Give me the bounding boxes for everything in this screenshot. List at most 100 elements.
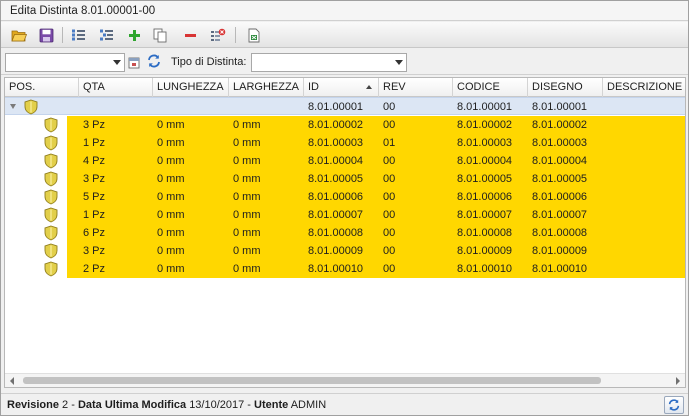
cell-codice: 8.01.00004 xyxy=(457,155,513,167)
shield-icon xyxy=(44,153,58,169)
edit-bom-window: Edita Distinta 8.01.00001-00 Tipo di Dis… xyxy=(0,0,689,416)
cell-lunghezza: 0 mm xyxy=(157,155,185,167)
filter-combo[interactable] xyxy=(5,53,125,72)
table-row[interactable]: 1 Pz 0 mm 0 mm 8.01.00007 00 8.01.00007 8.01.0… xyxy=(5,206,685,224)
cell-larghezza: 0 mm xyxy=(233,245,261,257)
cell-larghezza: 0 mm xyxy=(233,155,261,167)
status-text: Revisione 2 - Data Ultima Modifica 13/10… xyxy=(7,399,326,411)
shield-icon xyxy=(44,135,58,151)
table-row[interactable]: 2 Pz 0 mm 0 mm 8.01.00010 00 8.01.00010 8.01.0… xyxy=(5,260,685,278)
cell-rev: 00 xyxy=(383,227,396,239)
cell-descrizione xyxy=(603,98,685,116)
save-icon[interactable] xyxy=(37,26,55,44)
table-row[interactable]: 1 Pz 0 mm 0 mm 8.01.00003 01 8.01.00003 8.01.0… xyxy=(5,134,685,152)
toolbar xyxy=(1,22,688,48)
cell-codice: 8.01.00005 xyxy=(457,173,513,185)
cell-descrizione xyxy=(603,242,685,260)
cell-larghezza: 0 mm xyxy=(233,119,261,131)
tipo-distinta-label: Tipo di Distinta: xyxy=(171,56,247,68)
revisione-label: Revisione xyxy=(7,399,59,411)
cell-disegno: 8.01.00005 xyxy=(532,173,588,185)
list-indent-icon[interactable] xyxy=(97,26,115,44)
cell-qta: 5 Pz xyxy=(83,191,106,203)
filter-bar: Tipo di Distinta: xyxy=(1,49,688,75)
cell-rev: 00 xyxy=(383,101,396,113)
cell-disegno: 8.01.00001 xyxy=(532,101,588,113)
scroll-left-icon[interactable] xyxy=(10,377,14,385)
tipo-distinta-combo[interactable] xyxy=(251,53,407,72)
column-header-descrizione[interactable]: DESCRIZIONE xyxy=(603,78,685,97)
column-header-id[interactable]: ID xyxy=(304,78,379,97)
cell-qta: 3 Pz xyxy=(83,245,106,257)
cell-lunghezza: 0 mm xyxy=(157,227,185,239)
scrollbar-thumb[interactable] xyxy=(23,377,601,384)
window-title: Edita Distinta 8.01.00001-00 xyxy=(1,1,688,21)
cell-rev: 00 xyxy=(383,173,396,185)
cell-rev: 00 xyxy=(383,119,396,131)
cell-descrizione xyxy=(603,260,685,278)
column-header-id-label: ID xyxy=(308,81,319,93)
status-separator: - xyxy=(244,399,255,411)
table-row[interactable]: 4 Pz 0 mm 0 mm 8.01.00004 00 8.01.00004 8.01.0… xyxy=(5,152,685,170)
add-icon[interactable] xyxy=(125,26,143,44)
cell-id: 8.01.00008 xyxy=(308,227,364,239)
cell-lunghezza: 0 mm xyxy=(157,173,185,185)
column-header-rev[interactable]: REV xyxy=(379,78,453,97)
column-header-qta[interactable]: QTA xyxy=(79,78,153,97)
cell-larghezza: 0 mm xyxy=(233,263,261,275)
delete-list-icon[interactable] xyxy=(209,26,227,44)
column-header-lunghezza[interactable]: LUNGHEZZA xyxy=(153,78,229,97)
cell-qta xyxy=(79,98,153,116)
toolbar-separator xyxy=(62,27,63,43)
cell-codice: 8.01.00009 xyxy=(457,245,513,257)
bom-grid: POS. QTA LUNGHEZZA LARGHEZZA ID REV CODI… xyxy=(4,77,686,388)
grid-header: POS. QTA LUNGHEZZA LARGHEZZA ID REV CODI… xyxy=(5,78,685,97)
cell-disegno: 8.01.00007 xyxy=(532,209,588,221)
cell-descrizione xyxy=(603,224,685,242)
cell-rev: 00 xyxy=(383,209,396,221)
cell-codice: 8.01.00002 xyxy=(457,119,513,131)
cell-qta: 3 Pz xyxy=(83,173,106,185)
remove-icon[interactable] xyxy=(181,26,199,44)
cell-id: 8.01.00009 xyxy=(308,245,364,257)
cell-lunghezza: 0 mm xyxy=(157,191,185,203)
shield-icon xyxy=(44,117,58,133)
cell-id: 8.01.00003 xyxy=(308,137,364,149)
export-excel-icon[interactable] xyxy=(245,26,263,44)
expand-collapse-icon[interactable] xyxy=(10,104,16,109)
toolbar-separator xyxy=(235,27,236,43)
calendar-clear-icon[interactable] xyxy=(127,53,141,71)
list-view-icon[interactable] xyxy=(69,26,87,44)
cell-descrizione xyxy=(603,152,685,170)
cell-disegno: 8.01.00004 xyxy=(532,155,588,167)
cell-larghezza: 0 mm xyxy=(233,137,261,149)
table-row[interactable]: 3 Pz 0 mm 0 mm 8.01.00005 00 8.01.00005 8.01.0… xyxy=(5,170,685,188)
table-row-root[interactable]: 8.01.00001 00 8.01.00001 8.01.00001 xyxy=(5,97,685,115)
cell-larghezza xyxy=(229,98,304,116)
table-row[interactable]: 3 Pz 0 mm 0 mm 8.01.00002 00 8.01.00002 8.01.0… xyxy=(5,116,685,134)
cell-rev: 00 xyxy=(383,245,396,257)
cell-descrizione xyxy=(603,134,685,152)
cell-id: 8.01.00006 xyxy=(308,191,364,203)
column-header-pos[interactable]: POS. xyxy=(5,78,79,97)
column-header-larghezza[interactable]: LARGHEZZA xyxy=(229,78,304,97)
refresh-button[interactable] xyxy=(664,396,684,414)
column-header-disegno[interactable]: DISEGNO xyxy=(528,78,603,97)
refresh-icon[interactable] xyxy=(145,52,163,70)
cell-codice: 8.01.00006 xyxy=(457,191,513,203)
table-row[interactable]: 5 Pz 0 mm 0 mm 8.01.00006 00 8.01.00006 8.01.0… xyxy=(5,188,685,206)
cell-descrizione xyxy=(603,170,685,188)
copy-icon[interactable] xyxy=(151,26,169,44)
cell-disegno: 8.01.00008 xyxy=(532,227,588,239)
cell-id: 8.01.00007 xyxy=(308,209,364,221)
table-row[interactable]: 3 Pz 0 mm 0 mm 8.01.00009 00 8.01.00009 8.01.0… xyxy=(5,242,685,260)
open-folder-icon[interactable] xyxy=(10,26,28,44)
table-row[interactable]: 6 Pz 0 mm 0 mm 8.01.00008 00 8.01.00008 8.01.0… xyxy=(5,224,685,242)
horizontal-scrollbar[interactable] xyxy=(5,373,685,387)
scroll-right-icon[interactable] xyxy=(676,377,680,385)
cell-rev: 01 xyxy=(383,137,396,149)
cell-lunghezza: 0 mm xyxy=(157,263,185,275)
cell-disegno: 8.01.00010 xyxy=(532,263,588,275)
column-header-codice[interactable]: CODICE xyxy=(453,78,528,97)
cell-lunghezza xyxy=(153,98,229,116)
